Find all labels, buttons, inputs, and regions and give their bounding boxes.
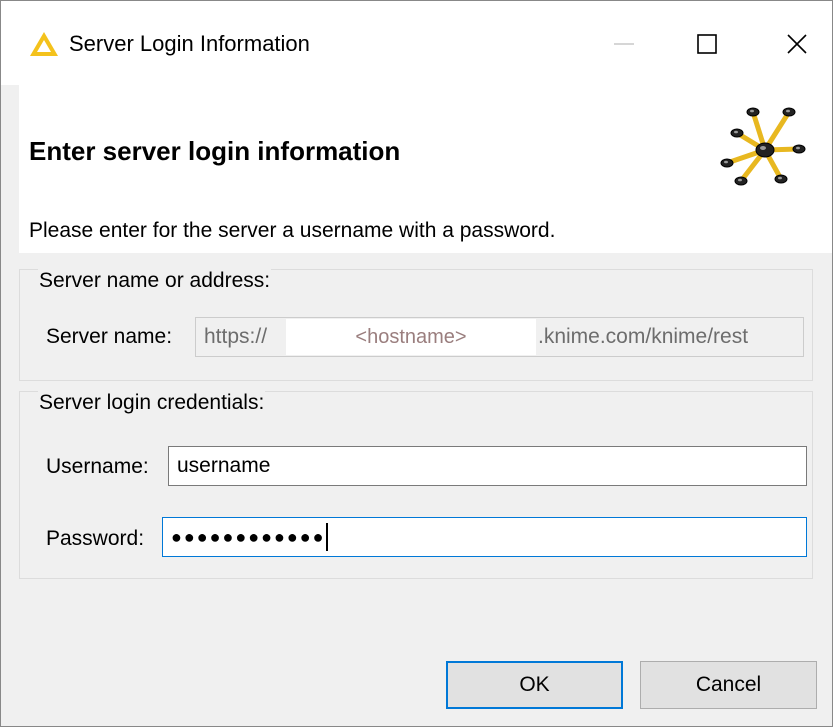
banner-title: Enter server login information: [29, 136, 401, 166]
dialog-window: Server Login Information Enter server lo…: [0, 0, 833, 727]
server-url-prefix: https://: [204, 325, 268, 348]
server-group-legend: Server name or address:: [38, 268, 272, 294]
username-label: Username:: [46, 455, 149, 478]
password-input[interactable]: ●●●●●●●●●●●●: [162, 517, 807, 557]
credentials-group: Server login credentials: Username: user…: [19, 390, 813, 579]
window-title: Server Login Information: [69, 31, 310, 56]
close-icon: [787, 34, 807, 54]
close-button[interactable]: [767, 19, 827, 69]
title-bar[interactable]: Server Login Information: [1, 1, 832, 85]
server-address-group: Server name or address: Server name: htt…: [19, 268, 813, 381]
wizard-banner: Enter server login information Please en…: [19, 85, 832, 253]
credentials-group-legend: Server login credentials:: [38, 390, 266, 416]
text-caret: [326, 523, 329, 552]
maximize-icon: [697, 34, 717, 54]
server-name-field: https:// <hostname> .knime.com/knime/res…: [195, 317, 804, 357]
banner-message: Please enter for the server a username w…: [29, 219, 556, 242]
minimize-button[interactable]: [594, 19, 654, 69]
maximize-button[interactable]: [677, 19, 737, 69]
minimize-icon: [614, 43, 634, 45]
password-label: Password:: [46, 527, 145, 550]
server-hostname-placeholder: <hostname>: [286, 319, 536, 355]
username-value: username: [177, 454, 271, 477]
knime-warning-icon: [30, 32, 58, 56]
server-network-logo-icon: [720, 107, 806, 186]
server-name-label: Server name:: [46, 325, 173, 348]
ok-button[interactable]: OK: [446, 661, 623, 709]
password-masked-value: ●●●●●●●●●●●●: [171, 527, 326, 547]
username-input[interactable]: username: [168, 446, 807, 486]
server-url-suffix: .knime.com/knime/rest: [538, 325, 749, 348]
cancel-button[interactable]: Cancel: [640, 661, 817, 709]
